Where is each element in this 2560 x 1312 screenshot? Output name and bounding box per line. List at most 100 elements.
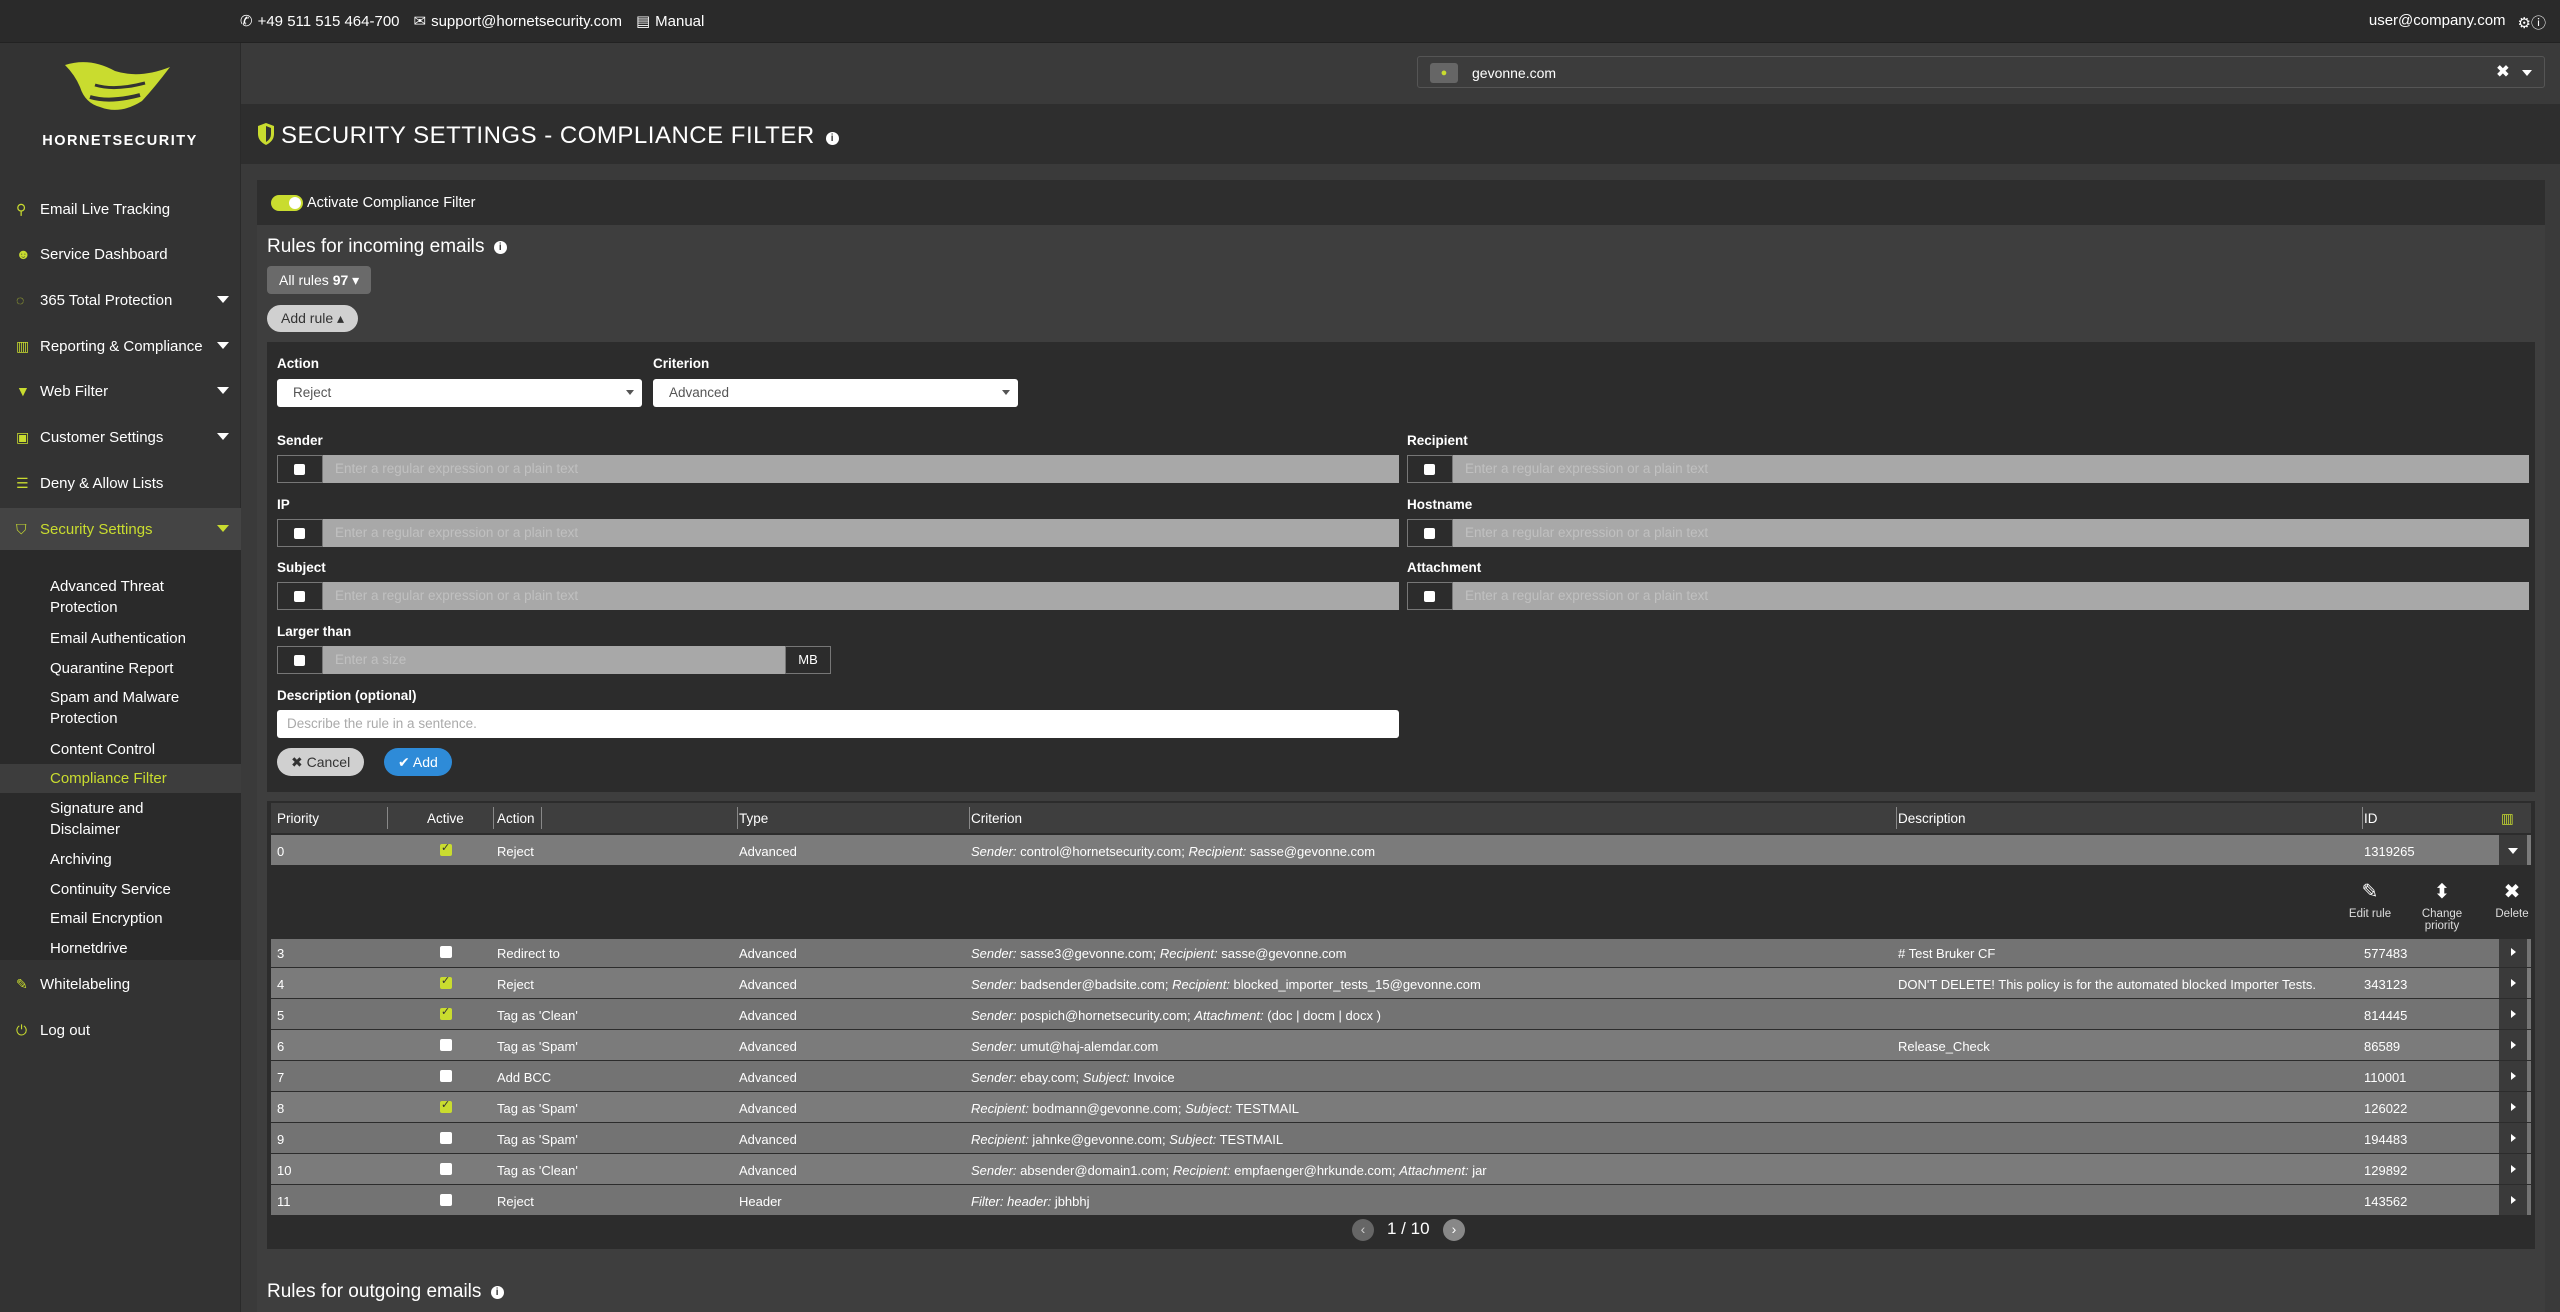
next-page-icon[interactable]: › xyxy=(1443,1219,1465,1241)
row-expand-button[interactable] xyxy=(2499,1092,2527,1122)
chevron-down-icon[interactable] xyxy=(2522,70,2532,76)
row-expand-button[interactable] xyxy=(2499,937,2527,967)
attachment-checkbox[interactable] xyxy=(1407,582,1453,610)
recipient-input[interactable]: Enter a regular expression or a plain te… xyxy=(1453,455,2529,483)
active-checkbox[interactable] xyxy=(440,946,452,958)
larger-than-checkbox[interactable] xyxy=(277,646,323,674)
col-criterion[interactable]: Criterion xyxy=(971,811,1022,826)
row-expand-button[interactable] xyxy=(2499,1030,2527,1060)
active-checkbox[interactable] xyxy=(440,1132,452,1144)
sender-input[interactable]: Enter a regular expression or a plain te… xyxy=(323,455,1399,483)
table-row[interactable]: 6 Tag as 'Spam' Advanced Sender: umut@haj-a… xyxy=(271,1030,2531,1060)
description-input[interactable]: Describe the rule in a sentence. xyxy=(277,710,1399,738)
col-action[interactable]: Action xyxy=(497,811,535,826)
active-checkbox[interactable] xyxy=(440,1070,452,1082)
recipient-checkbox[interactable] xyxy=(1407,455,1453,483)
info-icon[interactable]: i xyxy=(493,241,507,254)
sidebar-item-whitelabeling[interactable]: ✎ Whitelabeling xyxy=(0,963,241,1005)
subject-input[interactable]: Enter a regular expression or a plain te… xyxy=(323,582,1399,610)
sidebar-item-email-live-tracking[interactable]: ⚲ Email Live Tracking xyxy=(0,188,241,230)
hostname-checkbox[interactable] xyxy=(1407,519,1453,547)
attachment-input[interactable]: Enter a regular expression or a plain te… xyxy=(1453,582,2529,610)
active-checkbox[interactable] xyxy=(440,1163,452,1175)
columns-icon[interactable]: ▥ xyxy=(2501,811,2514,827)
info-icon[interactable]: i xyxy=(825,132,839,145)
sub-item-hornetdrive[interactable]: Hornetdrive xyxy=(50,938,230,959)
support-phone[interactable]: ✆ +49 511 515 464-700 xyxy=(240,12,400,31)
row-criterion: Sender: control@hornetsecurity.com; Reci… xyxy=(971,844,1375,859)
sub-item-spam-malware-protection[interactable]: Spam and Malware Protection xyxy=(50,687,200,729)
sidebar-item-web-filter[interactable]: ▼ Web Filter xyxy=(0,370,241,412)
table-row[interactable]: 5 Tag as 'Clean' Advanced Sender: pospich@h… xyxy=(271,999,2531,1029)
ip-input[interactable]: Enter a regular expression or a plain te… xyxy=(323,519,1399,547)
sub-item-email-authentication[interactable]: Email Authentication xyxy=(50,628,230,649)
row-expand-button[interactable] xyxy=(2499,999,2527,1029)
col-type[interactable]: Type xyxy=(739,811,768,826)
sub-item-signature-disclaimer[interactable]: Signature and Disclaimer xyxy=(50,798,160,840)
col-id[interactable]: ID xyxy=(2364,811,2378,826)
active-checkbox[interactable] xyxy=(440,1005,452,1020)
sidebar-item-reporting-compliance[interactable]: ▥ Reporting & Compliance xyxy=(0,325,241,367)
clear-icon[interactable]: ✖ xyxy=(2496,62,2510,82)
subject-checkbox[interactable] xyxy=(277,582,323,610)
add-button[interactable]: ✔ Add xyxy=(384,748,452,776)
row-expand-button[interactable] xyxy=(2499,1123,2527,1153)
cancel-button[interactable]: ✖ Cancel xyxy=(277,748,365,776)
brand-logo[interactable]: HORNETSECURITY xyxy=(30,57,210,157)
add-rule-button[interactable]: Add rule ▴ xyxy=(267,305,359,332)
info-icon[interactable]: i xyxy=(490,1286,504,1299)
active-checkbox[interactable] xyxy=(440,1194,452,1206)
user-account[interactable]: user@company.com xyxy=(2369,12,2506,33)
prev-page-icon[interactable]: ‹ xyxy=(1352,1219,1374,1241)
table-row[interactable]: 0 Reject Advanced Sender: control@hornetsec… xyxy=(271,835,2531,865)
sidebar-item-service-dashboard[interactable]: ☻ Service Dashboard xyxy=(0,233,241,275)
table-row[interactable]: 9 Tag as 'Spam' Advanced Recipient: jahnke@… xyxy=(271,1123,2531,1153)
sidebar-item-365-total-protection[interactable]: ◌ 365 Total Protection xyxy=(0,279,241,321)
change-priority-button[interactable]: ⬍ Change priority xyxy=(2412,879,2472,932)
sub-item-archiving[interactable]: Archiving xyxy=(50,849,230,870)
chevron-down-icon xyxy=(2508,848,2518,854)
table-row[interactable]: 8 Tag as 'Spam' Advanced Recipient: bodmann… xyxy=(271,1092,2531,1122)
active-checkbox[interactable] xyxy=(440,1098,452,1113)
size-input[interactable]: Enter a size xyxy=(323,646,785,674)
action-select[interactable]: Reject xyxy=(277,379,642,407)
sub-item-quarantine-report[interactable]: Quarantine Report xyxy=(50,658,230,679)
row-expand-button[interactable] xyxy=(2499,835,2527,865)
support-email[interactable]: ✉ support@hornetsecurity.com xyxy=(414,12,622,31)
delete-button[interactable]: ✖ Delete xyxy=(2482,879,2542,920)
manual-link[interactable]: ▤ Manual xyxy=(636,12,704,31)
row-expand-button[interactable] xyxy=(2499,1061,2527,1091)
sub-item-content-control[interactable]: Content Control xyxy=(50,739,230,760)
table-row[interactable]: 7 Add BCC Advanced Sender: ebay.com; Subjec… xyxy=(271,1061,2531,1091)
row-expand-button[interactable] xyxy=(2499,1154,2527,1184)
active-checkbox[interactable] xyxy=(440,1039,452,1051)
ip-checkbox[interactable] xyxy=(277,519,323,547)
row-expand-button[interactable] xyxy=(2499,968,2527,998)
domain-selector[interactable]: ● gevonne.com ✖ xyxy=(1417,56,2545,88)
active-checkbox[interactable] xyxy=(440,974,452,989)
active-checkbox[interactable] xyxy=(440,841,452,856)
sub-item-compliance-filter[interactable]: Compliance Filter xyxy=(50,768,230,789)
row-type: Advanced xyxy=(739,946,797,961)
criterion-select[interactable]: Advanced xyxy=(653,379,1018,407)
row-id: 143562 xyxy=(2364,1194,2408,1209)
sidebar-item-log-out[interactable]: ⏻ Log out xyxy=(0,1009,241,1051)
sub-item-advanced-threat-protection[interactable]: Advanced Threat Protection xyxy=(50,576,230,618)
table-row[interactable]: 4 Reject Advanced Sender: badsender@badsite… xyxy=(271,968,2531,998)
sender-checkbox[interactable] xyxy=(277,455,323,483)
table-row[interactable]: 10 Tag as 'Clean' Advanced Sender: absender… xyxy=(271,1154,2531,1184)
sidebar-item-security-settings[interactable]: ⛉ Security Settings xyxy=(0,508,241,550)
sidebar-item-deny-allow-lists[interactable]: ☰ Deny & Allow Lists xyxy=(0,462,241,504)
all-rules-dropdown[interactable]: All rules 97 ▾ xyxy=(267,266,372,294)
col-description[interactable]: Description xyxy=(1898,811,1966,826)
settings-icon[interactable]: ⚙ⓘ xyxy=(2518,12,2546,33)
sub-item-email-encryption[interactable]: Email Encryption xyxy=(50,908,230,929)
col-active[interactable]: Active xyxy=(427,811,464,826)
sub-item-continuity-service[interactable]: Continuity Service xyxy=(50,879,230,900)
sidebar-item-customer-settings[interactable]: ▣ Customer Settings xyxy=(0,416,241,458)
col-priority[interactable]: Priority xyxy=(277,811,319,826)
edit-rule-button[interactable]: ✎ Edit rule xyxy=(2340,879,2400,920)
activate-toggle[interactable] xyxy=(271,195,303,211)
hostname-input[interactable]: Enter a regular expression or a plain te… xyxy=(1453,519,2529,547)
table-row[interactable]: 3 Redirect to Advanced Sender: sasse3@gevon… xyxy=(271,937,2531,967)
